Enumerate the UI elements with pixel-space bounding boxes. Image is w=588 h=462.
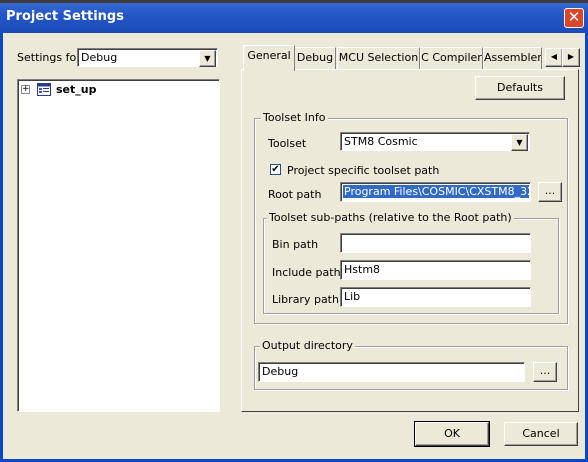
tab-scroll-right-button[interactable]: ▶	[562, 48, 580, 67]
bin-path-label: Bin path	[272, 238, 319, 251]
project-specific-path-checkbox[interactable]: ✔	[270, 164, 281, 175]
bin-path-input[interactable]	[340, 233, 531, 253]
tab-debug-label: Debug	[296, 51, 334, 64]
toolset-value: STM8 Cosmic	[344, 135, 418, 148]
title-bar: Project Settings ✕	[0, 0, 588, 33]
library-path-value: Lib	[344, 290, 361, 303]
tab-debug[interactable]: Debug	[294, 47, 336, 70]
tab-general-label: General	[247, 49, 291, 62]
output-directory-title: Output directory	[260, 339, 355, 352]
window-title: Project Settings	[6, 9, 124, 24]
title-bar-top-strip	[0, 0, 588, 3]
close-button[interactable]: ✕	[564, 8, 584, 28]
tree-expand-icon[interactable]: +	[21, 85, 30, 94]
include-path-label: Include path	[272, 266, 341, 279]
project-icon	[37, 83, 51, 96]
tab-mcu-selection-label: MCU Selection	[338, 51, 419, 64]
cancel-button-label: Cancel	[522, 427, 560, 440]
output-directory-browse-label: ...	[539, 364, 551, 377]
project-tree[interactable]: + set_up	[17, 79, 220, 412]
tab-general[interactable]: General	[243, 45, 295, 71]
settings-for-dropdown[interactable]: Debug ▼	[77, 48, 218, 67]
library-path-label: Library path	[272, 293, 339, 306]
tab-assembler[interactable]: Assembler	[483, 47, 542, 70]
toolset-info-title: Toolset Info	[261, 111, 328, 124]
tab-c-compiler[interactable]: C Compiler	[420, 47, 483, 70]
settings-for-label: Settings for:	[17, 51, 85, 64]
check-icon: ✔	[271, 164, 280, 175]
chevron-down-icon[interactable]: ▼	[511, 134, 528, 151]
cancel-button[interactable]: Cancel	[504, 422, 578, 446]
root-path-browse-label: ...	[544, 184, 556, 197]
tab-mcu-selection[interactable]: MCU Selection	[337, 47, 420, 70]
root-path-value: Program Files\COSMIC\CXSTM8_32K	[343, 185, 529, 198]
root-path-input[interactable]: Program Files\COSMIC\CXSTM8_32K	[340, 182, 531, 202]
toolset-dropdown[interactable]: STM8 Cosmic ▼	[340, 132, 530, 151]
settings-for-value: Debug	[81, 51, 118, 64]
toolset-label: Toolset	[268, 137, 307, 150]
defaults-button-label: Defaults	[497, 81, 543, 94]
tab-scroll-left-button[interactable]: ◀	[545, 48, 563, 67]
include-path-value: Hstm8	[344, 263, 381, 276]
toolset-subpaths-title: Toolset sub-paths (relative to the Root …	[267, 211, 514, 224]
include-path-input[interactable]: Hstm8	[340, 260, 531, 280]
output-directory-value: Debug	[262, 365, 299, 378]
tab-c-compiler-label: C Compiler	[421, 51, 482, 64]
output-directory-input[interactable]: Debug	[258, 362, 525, 382]
library-path-input[interactable]: Lib	[340, 287, 531, 307]
chevron-down-icon[interactable]: ▼	[199, 50, 216, 67]
defaults-button[interactable]: Defaults	[475, 76, 565, 100]
project-specific-path-label: Project specific toolset path	[287, 164, 440, 177]
root-path-label: Root path	[268, 188, 322, 201]
arrow-right-icon: ▶	[567, 52, 575, 61]
root-path-browse-button[interactable]: ...	[538, 182, 562, 202]
tab-assembler-label: Assembler	[484, 51, 542, 64]
tree-item-set-up[interactable]: set_up	[56, 83, 96, 96]
arrow-left-icon: ◀	[550, 52, 558, 61]
ok-button-label: OK	[444, 427, 460, 440]
output-directory-browse-button[interactable]: ...	[533, 362, 557, 382]
close-icon: ✕	[567, 8, 581, 26]
ok-button[interactable]: OK	[414, 421, 490, 447]
